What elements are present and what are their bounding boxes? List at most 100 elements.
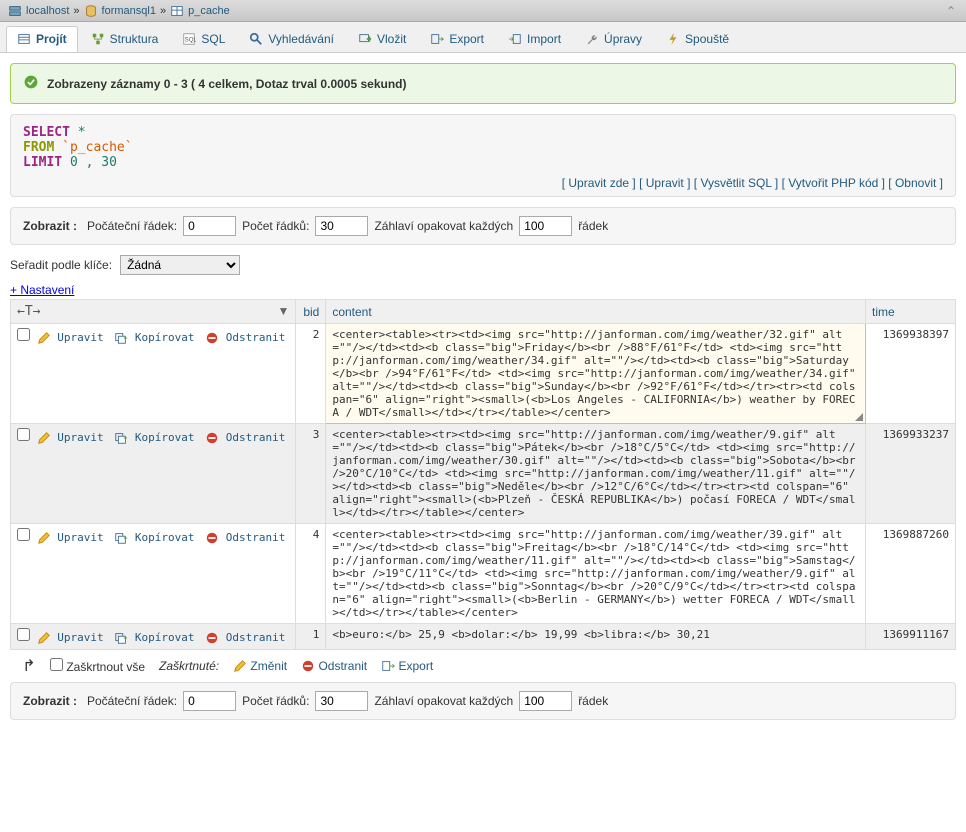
pencil-icon — [37, 331, 51, 345]
tab-browse[interactable]: Projít — [6, 26, 78, 52]
copy-icon — [114, 331, 128, 345]
cell-content[interactable]: <center><table><tr><td><img src="http://… — [326, 324, 866, 424]
pencil-icon — [37, 531, 51, 545]
tab-triggers[interactable]: Spouště — [655, 26, 740, 52]
header-repeat-input-bottom[interactable] — [519, 691, 572, 711]
cell-time[interactable]: 1369933237 — [866, 424, 956, 524]
settings-toggle[interactable]: + Nastavení — [10, 283, 74, 297]
insert-icon — [358, 32, 372, 46]
table-row: Upravit Kopírovat Odstranit2<center><tab… — [11, 324, 956, 424]
row-edit-button[interactable]: Upravit — [37, 631, 104, 644]
copy-icon — [114, 431, 128, 445]
start-row-input-bottom[interactable] — [183, 691, 236, 711]
check-icon — [23, 74, 39, 93]
copy-icon — [114, 631, 128, 645]
check-all-checkbox[interactable] — [50, 658, 63, 671]
col-actions: ←T→ ▼ — [11, 300, 296, 324]
row-delete-button[interactable]: Odstranit — [205, 631, 285, 644]
row-checkbox[interactable] — [17, 628, 30, 641]
server-icon — [8, 4, 22, 18]
row-actions: Upravit Kopírovat Odstranit — [11, 524, 296, 624]
cell-content[interactable]: <center><table><tr><td><img src="http://… — [326, 424, 866, 524]
tab-import[interactable]: Import — [497, 26, 572, 52]
cell-time[interactable]: 1369911167 — [866, 624, 956, 650]
success-text: Zobrazeny záznamy 0 - 3 ( 4 celkem, Dota… — [47, 77, 406, 91]
header-repeat-input[interactable] — [519, 216, 572, 236]
delete-icon — [301, 659, 315, 673]
row-actions: Upravit Kopírovat Odstranit — [11, 624, 296, 650]
cell-bid[interactable]: 4 — [296, 524, 326, 624]
bulk-export-button[interactable]: Export — [381, 659, 433, 674]
bulk-delete-button[interactable]: Odstranit — [301, 659, 367, 674]
cell-bid[interactable]: 3 — [296, 424, 326, 524]
row-copy-button[interactable]: Kopírovat — [114, 631, 194, 644]
tab-insert[interactable]: Vložit — [347, 26, 417, 52]
sql-icon: SQL — [182, 32, 196, 46]
row-count-input-bottom[interactable] — [315, 691, 368, 711]
cell-bid[interactable]: 2 — [296, 324, 326, 424]
create-php-button[interactable]: Vytvořit PHP kód — [788, 176, 878, 190]
tab-export[interactable]: Export — [419, 26, 495, 52]
table-row: Upravit Kopírovat Odstranit4<center><tab… — [11, 524, 956, 624]
sort-row: Seřadit podle klíče: Žádná — [10, 255, 956, 275]
select-all-arrow-icon: ↱ — [22, 659, 36, 673]
pager-top: Zobrazit : Počáteční řádek: Počet řádků:… — [10, 207, 956, 245]
row-delete-button[interactable]: Odstranit — [205, 331, 285, 344]
row-copy-button[interactable]: Kopírovat — [114, 331, 194, 344]
row-checkbox[interactable] — [17, 328, 30, 341]
row-edit-button[interactable]: Upravit — [37, 431, 104, 444]
pencil-icon — [37, 431, 51, 445]
col-time[interactable]: time — [866, 300, 956, 324]
cell-time[interactable]: 1369887260 — [866, 524, 956, 624]
cell-time[interactable]: 1369938397 — [866, 324, 956, 424]
row-copy-button[interactable]: Kopírovat — [114, 431, 194, 444]
explain-sql-button[interactable]: Vysvětlit SQL — [700, 176, 771, 190]
export-icon — [430, 32, 444, 46]
tab-search[interactable]: Vyhledávání — [238, 26, 345, 52]
wrench-icon — [585, 32, 599, 46]
start-row-input[interactable] — [183, 216, 236, 236]
trigger-icon — [666, 32, 680, 46]
sort-toggle-icon[interactable]: ▼ — [277, 304, 289, 318]
success-message: Zobrazeny záznamy 0 - 3 ( 4 celkem, Dota… — [10, 63, 956, 104]
edit-button[interactable]: Upravit — [646, 176, 684, 190]
row-copy-button[interactable]: Kopírovat — [114, 531, 194, 544]
collapse-icon[interactable]: ⌃ — [944, 4, 958, 18]
cell-content[interactable]: <center><table><tr><td><img src="http://… — [326, 524, 866, 624]
row-edit-button[interactable]: Upravit — [37, 331, 104, 344]
refresh-button[interactable]: Obnovit — [895, 176, 936, 190]
tab-structure[interactable]: Struktura — [80, 26, 170, 52]
col-bid[interactable]: bid — [296, 300, 326, 324]
database-icon — [84, 4, 98, 18]
delete-icon — [205, 331, 219, 345]
cell-content[interactable]: <b>euro:</b> 25,9 <b>dolar:</b> 19,99 <b… — [326, 624, 866, 650]
nav-arrows[interactable]: ←T→ — [17, 304, 40, 319]
delete-icon — [205, 531, 219, 545]
browse-icon — [17, 32, 31, 46]
results-table: ←T→ ▼ bid content time Upravit Kopírovat … — [10, 299, 956, 650]
breadcrumb: localhost » formansql1 » p_cache — [8, 4, 230, 18]
tab-sql[interactable]: SQLSQL — [171, 26, 236, 52]
resize-handle[interactable] — [855, 413, 863, 421]
cell-bid[interactable]: 1 — [296, 624, 326, 650]
row-checkbox[interactable] — [17, 528, 30, 541]
row-edit-button[interactable]: Upravit — [37, 531, 104, 544]
bulk-change-button[interactable]: Změnit — [233, 659, 287, 674]
row-actions: Upravit Kopírovat Odstranit — [11, 324, 296, 424]
table-row: Upravit Kopírovat Odstranit1<b>euro:</b>… — [11, 624, 956, 650]
breadcrumb-table[interactable]: p_cache — [188, 5, 230, 17]
col-content[interactable]: content — [326, 300, 866, 324]
sql-query-box: SELECT * FROM `p_cache` LIMIT 0 , 30 [ U… — [10, 114, 956, 197]
pencil-icon — [233, 659, 247, 673]
breadcrumb-db[interactable]: formansql1 — [102, 5, 156, 17]
edit-inline-button[interactable]: Upravit zde — [568, 176, 629, 190]
breadcrumb-host[interactable]: localhost — [26, 5, 69, 17]
row-checkbox[interactable] — [17, 428, 30, 441]
tab-operations[interactable]: Úpravy — [574, 26, 653, 52]
row-count-input[interactable] — [315, 216, 368, 236]
pager-bottom: Zobrazit : Počáteční řádek: Počet řádků:… — [10, 682, 956, 720]
row-delete-button[interactable]: Odstranit — [205, 431, 285, 444]
check-all[interactable]: Zaškrtnout vše — [50, 658, 145, 674]
row-delete-button[interactable]: Odstranit — [205, 531, 285, 544]
sort-key-select[interactable]: Žádná — [120, 255, 240, 275]
